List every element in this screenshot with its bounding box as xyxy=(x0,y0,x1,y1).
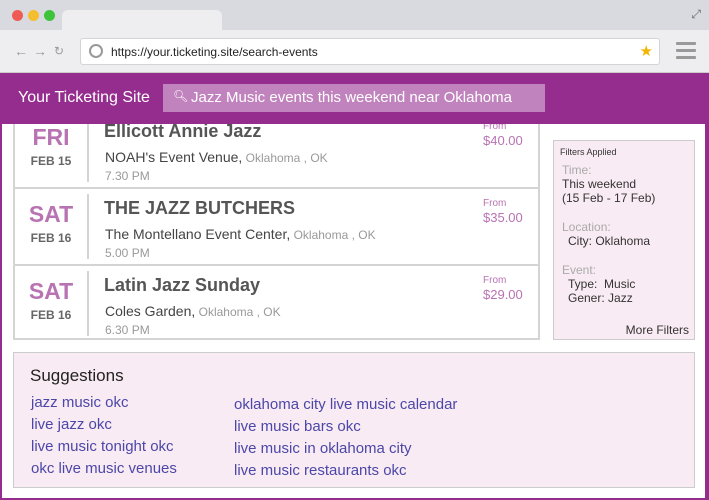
url-text: https://your.ticketing.site/search-event… xyxy=(111,45,318,59)
filters-heading: Filters Applied xyxy=(560,147,617,157)
event-price: $29.00 xyxy=(483,287,523,302)
suggestion-link[interactable]: live music in oklahoma city xyxy=(234,440,457,462)
type-filter: Type: Music xyxy=(568,277,636,291)
filters-panel: Filters Applied Time: This weekend (15 F… xyxy=(553,140,695,340)
maximize-window-button[interactable] xyxy=(44,10,55,21)
city-filter: City: Oklahoma xyxy=(568,234,651,248)
close-window-button[interactable] xyxy=(12,10,23,21)
site-name[interactable]: Your Ticketing Site xyxy=(18,89,150,107)
event-day: SAT xyxy=(28,201,74,227)
event-date: FEB 16 xyxy=(30,308,72,322)
venue-location: Oklahoma , OK xyxy=(242,151,328,165)
event-time: 6.30 PM xyxy=(105,323,150,337)
suggestion-link[interactable]: live music bars okc xyxy=(234,418,457,440)
event-title[interactable]: Ellicott Annie Jazz xyxy=(104,121,261,142)
price-from-label: From xyxy=(483,198,507,209)
suggestion-link[interactable]: live jazz okc xyxy=(31,416,177,438)
genre-filter: Gener: Jazz xyxy=(568,291,633,305)
suggestion-link[interactable]: live music tonight okc xyxy=(31,438,177,460)
fullscreen-icon[interactable]: ⤢ xyxy=(691,7,701,22)
event-venue: NOAH's Event Venue, Oklahoma , OK xyxy=(105,149,328,165)
event-price: $40.00 xyxy=(483,133,523,148)
price-from-label: From xyxy=(483,275,507,286)
search-icon: 🔍︎ xyxy=(173,89,189,103)
forward-icon[interactable]: → xyxy=(33,43,47,59)
time-value: This weekend xyxy=(562,177,637,191)
suggestion-link[interactable]: okc live music venues xyxy=(31,460,177,482)
venue-name: Coles Garden, xyxy=(105,303,196,319)
suggestion-link[interactable]: jazz music okc xyxy=(31,394,177,416)
divider xyxy=(87,194,89,259)
event-time: 5.00 PM xyxy=(105,246,150,260)
divider xyxy=(87,117,89,182)
event-title[interactable]: THE JAZZ BUTCHERS xyxy=(104,198,295,219)
event-label: Event: xyxy=(562,263,597,277)
suggestion-link[interactable]: live music restaurants okc xyxy=(234,462,457,484)
venue-name: The Montellano Event Center, xyxy=(105,226,291,242)
venue-name: NOAH's Event Venue, xyxy=(105,149,243,165)
event-day: FRI xyxy=(32,124,70,150)
event-title[interactable]: Latin Jazz Sunday xyxy=(104,275,260,296)
event-row[interactable]: SAT FEB 16 THE JAZZ BUTCHERS The Montell… xyxy=(15,187,538,264)
event-venue: The Montellano Event Center, Oklahoma , … xyxy=(105,226,376,242)
venue-location: Oklahoma , OK xyxy=(290,228,376,242)
event-day: SAT xyxy=(28,278,74,304)
globe-icon xyxy=(89,44,103,58)
event-date: FEB 15 xyxy=(30,154,72,168)
reload-icon[interactable]: ↻ xyxy=(54,44,64,58)
time-label: Time: xyxy=(562,163,592,177)
event-list: FRI FEB 15 Ellicott Annie Jazz NOAH's Ev… xyxy=(13,110,540,340)
event-price: $35.00 xyxy=(483,210,523,225)
minimize-window-button[interactable] xyxy=(28,10,39,21)
event-venue: Coles Garden, Oklahoma , OK xyxy=(105,303,281,319)
event-date: FEB 16 xyxy=(30,231,72,245)
suggestions-panel: Suggestions jazz music okc live jazz okc… xyxy=(13,352,695,488)
event-time: 7.30 PM xyxy=(105,169,150,183)
search-input[interactable]: 🔍︎ Jazz Music events this weekend near O… xyxy=(163,84,545,112)
venue-location: Oklahoma , OK xyxy=(195,305,281,319)
time-range: (15 Feb - 17 Feb) xyxy=(562,191,656,205)
tab-bar: ⤢ xyxy=(0,0,709,32)
suggestion-link[interactable]: oklahoma city live music calendar xyxy=(234,396,457,418)
bookmark-star-icon[interactable]: ★ xyxy=(640,42,653,60)
more-filters-link[interactable]: More Filters xyxy=(626,323,689,337)
navigation-bar: ← → ↻ https://your.ticketing.site/search… xyxy=(0,30,709,73)
address-bar[interactable]: https://your.ticketing.site/search-event… xyxy=(80,38,660,65)
search-query: Jazz Music events this weekend near Okla… xyxy=(191,89,512,106)
location-label: Location: xyxy=(562,220,611,234)
site-header: Your Ticketing Site 🔍︎ Jazz Music events… xyxy=(0,73,709,124)
event-row[interactable]: SAT FEB 16 Latin Jazz Sunday Coles Garde… xyxy=(15,264,538,341)
back-icon[interactable]: ← xyxy=(14,43,28,59)
suggestions-heading: Suggestions xyxy=(30,366,124,385)
divider xyxy=(87,271,89,336)
browser-tab[interactable] xyxy=(62,10,222,32)
menu-icon[interactable] xyxy=(676,42,696,63)
